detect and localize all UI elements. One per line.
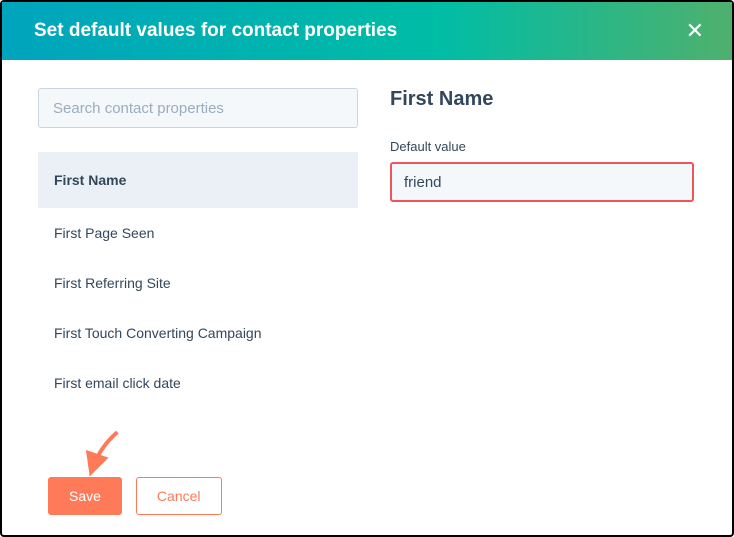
property-label: First Page Seen <box>54 225 154 241</box>
save-button-label: Save <box>69 488 101 504</box>
property-label: First Name <box>54 172 126 188</box>
property-label: First email click date <box>54 375 181 391</box>
close-icon: ✕ <box>686 18 704 43</box>
property-item-first-referring-site[interactable]: First Referring Site <box>38 258 358 308</box>
property-label: First Referring Site <box>54 275 171 291</box>
annotation-arrow-icon <box>79 426 131 478</box>
modal-body: First Name First Page Seen First Referri… <box>2 60 732 408</box>
save-button[interactable]: Save <box>48 477 122 515</box>
cancel-button[interactable]: Cancel <box>136 477 222 515</box>
default-value-label: Default value <box>390 139 694 154</box>
left-column: First Name First Page Seen First Referri… <box>38 88 358 408</box>
detail-title: First Name <box>390 88 694 111</box>
modal-header: Set default values for contact propertie… <box>2 2 732 60</box>
property-label: First Touch Converting Campaign <box>54 325 262 341</box>
modal-footer: Save Cancel <box>48 477 222 515</box>
property-item-first-email-click-date[interactable]: First email click date <box>38 358 358 408</box>
property-item-first-touch-campaign[interactable]: First Touch Converting Campaign <box>38 308 358 358</box>
cancel-button-label: Cancel <box>157 488 201 504</box>
modal-title: Set default values for contact propertie… <box>34 20 397 42</box>
property-list: First Name First Page Seen First Referri… <box>38 152 358 408</box>
close-button[interactable]: ✕ <box>686 20 704 42</box>
property-item-first-page-seen[interactable]: First Page Seen <box>38 208 358 258</box>
search-input[interactable] <box>38 88 358 128</box>
property-item-first-name[interactable]: First Name <box>38 152 358 208</box>
right-column: First Name Default value <box>390 88 702 408</box>
default-value-input[interactable] <box>390 162 694 202</box>
